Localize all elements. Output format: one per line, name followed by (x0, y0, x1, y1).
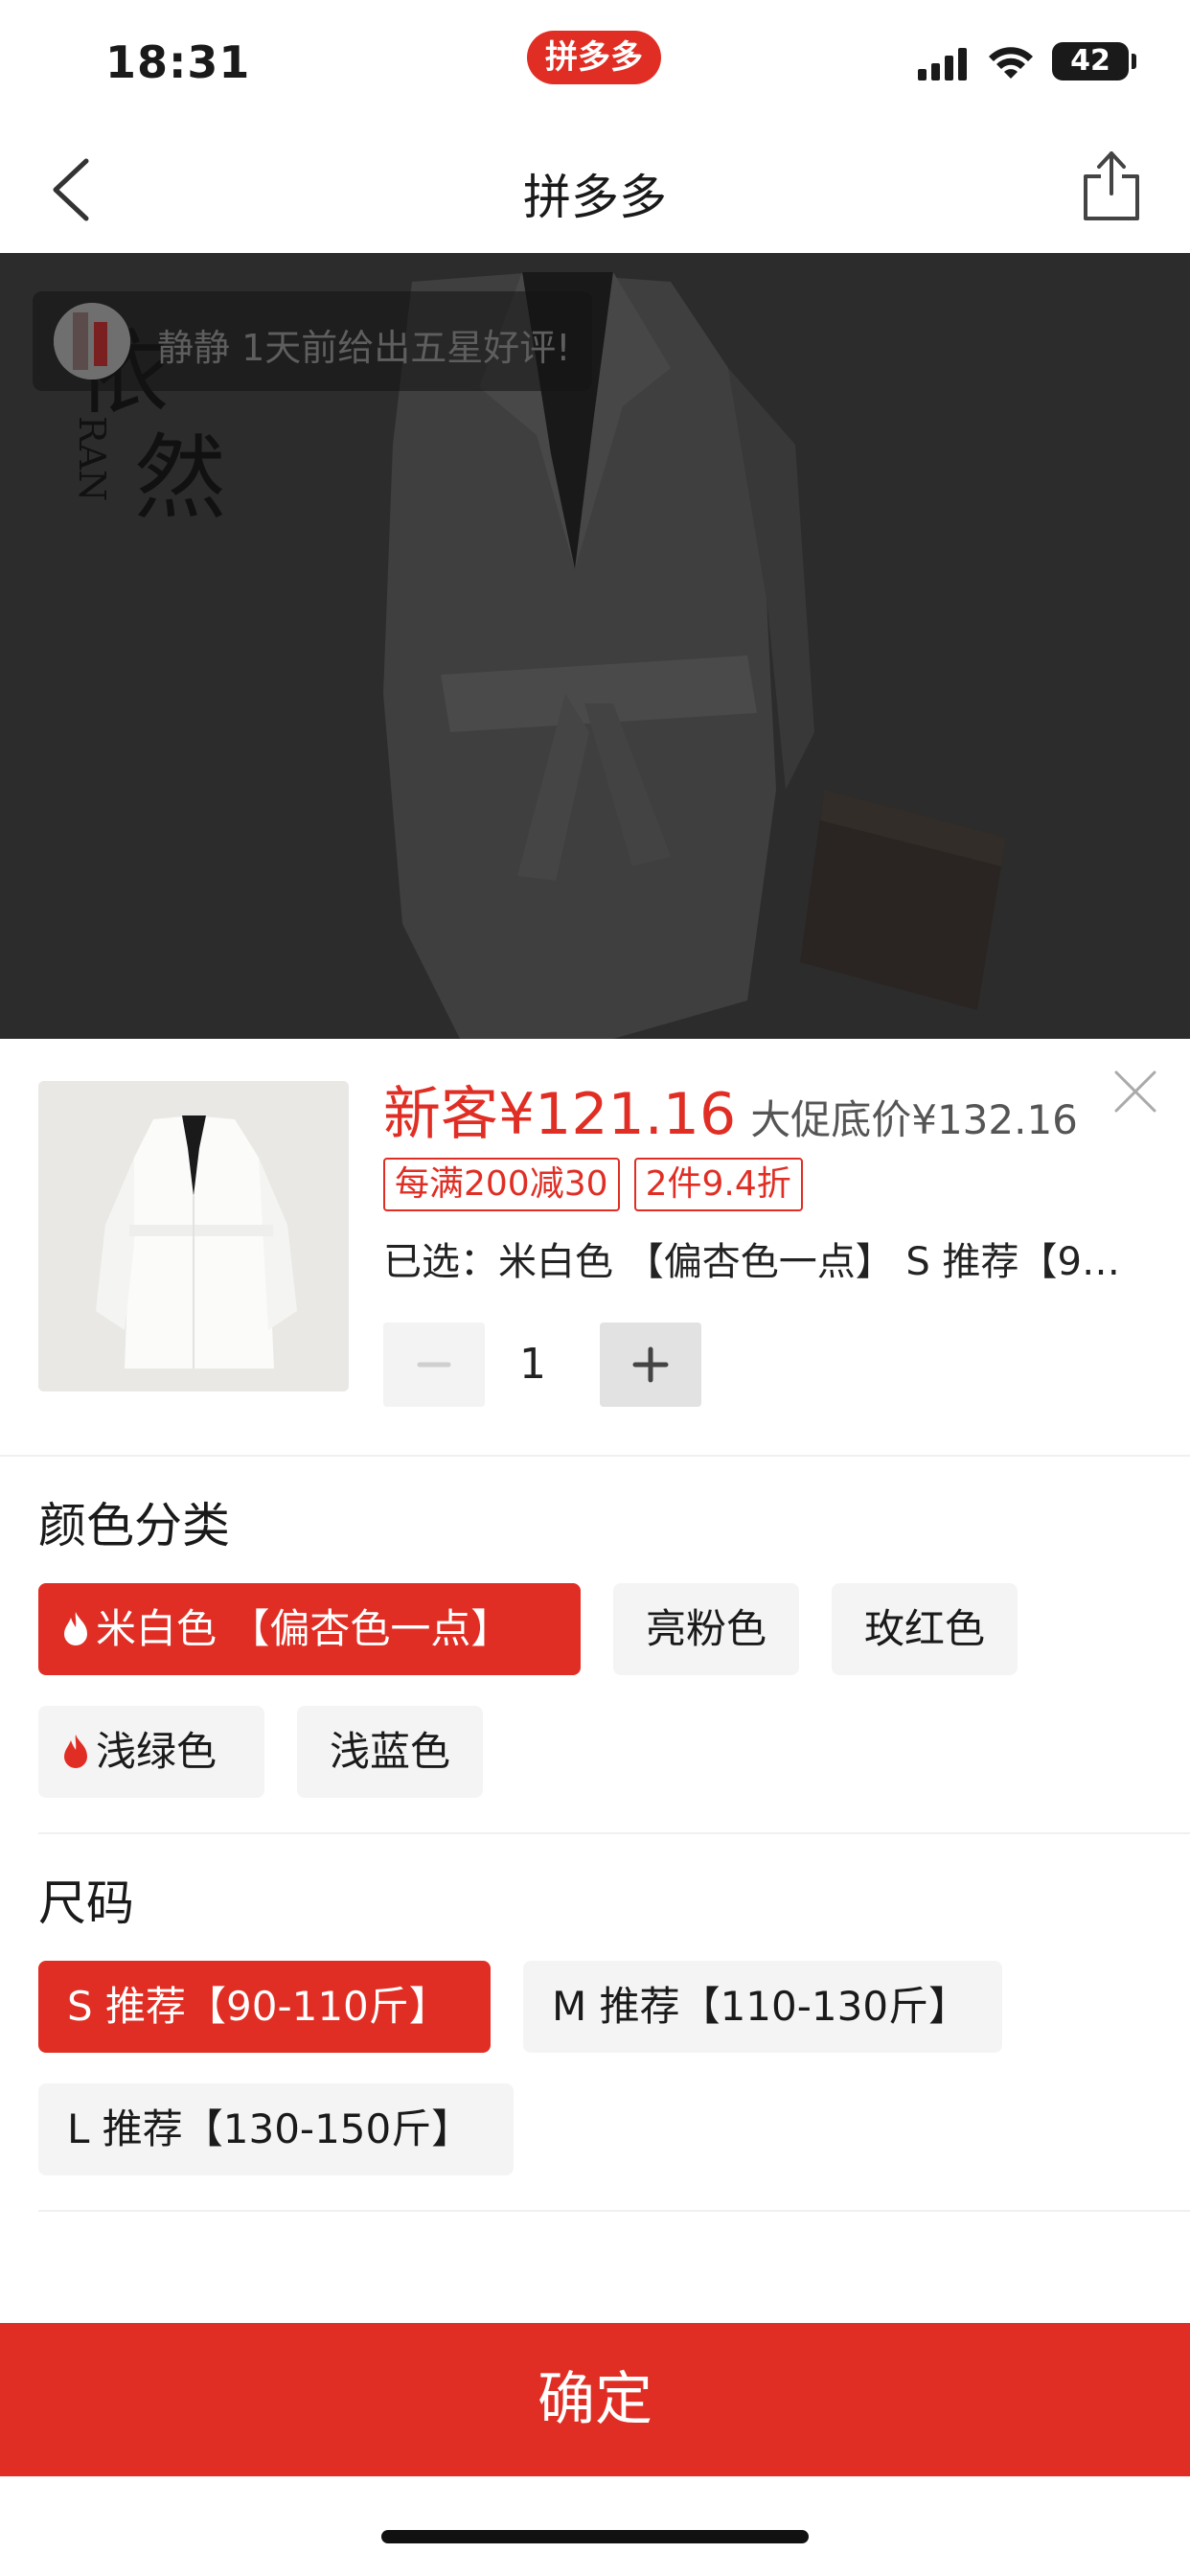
battery-tip (1132, 54, 1136, 69)
status-time: 18:31 (105, 36, 251, 88)
toast-text: 静静 1天前给出五星好评! (157, 327, 571, 369)
size-option-m[interactable]: M 推荐【110-130斤】 (523, 1961, 1002, 2053)
status-bar: 18:31 拼多多 42 (0, 0, 1190, 125)
chip-label: 米白色 【偏杏色一点】 (96, 1605, 512, 1652)
avatar (54, 303, 130, 380)
close-icon[interactable] (1111, 1068, 1159, 1116)
flame-icon (64, 1611, 87, 1645)
wifi-icon (989, 47, 1033, 79)
app-pill: 拼多多 (527, 31, 661, 84)
chip-label: L 推荐【130-150斤】 (67, 2105, 472, 2152)
decrement-button[interactable] (383, 1322, 485, 1407)
increment-button[interactable] (600, 1322, 701, 1407)
new-customer-price: 新客¥121.16 (383, 1081, 737, 1148)
nav-bar: 拼多多 (0, 125, 1190, 253)
color-option-rose[interactable]: 玫红色 (832, 1583, 1018, 1675)
divider (38, 1832, 1190, 1834)
color-option-ivory[interactable]: 米白色 【偏杏色一点】 (38, 1583, 581, 1675)
color-option-light-blue[interactable]: 浅蓝色 (297, 1706, 483, 1798)
chip-label: 玫红色 (863, 1605, 985, 1652)
battery-icon: 42 (1052, 42, 1129, 80)
coupon-tag: 2件9.4折 (633, 1158, 803, 1211)
quantity-value[interactable]: 1 (485, 1322, 581, 1407)
divider (38, 2210, 1190, 2212)
chip-label: 浅绿色 (96, 1728, 217, 1775)
chip-label: M 推荐【110-130斤】 (552, 1983, 970, 2030)
size-section-title: 尺码 (38, 1875, 134, 1931)
promo-floor-price: 大促底价¥132.16 (750, 1096, 1078, 1143)
chip-label: S 推荐【90-110斤】 (67, 1983, 449, 2030)
brand-char-bottom: 然 (134, 425, 226, 532)
chip-label: 浅蓝色 (329, 1728, 450, 1775)
confirm-button[interactable]: 确定 (0, 2323, 1190, 2476)
selected-summary: 已选：米白色 【偏杏色一点】 S 推荐【90-110斤】 (383, 1240, 1140, 1284)
divider (0, 1455, 1190, 1457)
page-title: 拼多多 (523, 170, 667, 225)
size-option-l[interactable]: L 推荐【130-150斤】 (38, 2083, 514, 2175)
flame-icon (64, 1734, 87, 1768)
share-icon[interactable] (1078, 148, 1145, 224)
review-toast: 静静 1天前给出五星好评! (33, 291, 592, 391)
home-indicator[interactable] (381, 2530, 809, 2543)
product-hero-image[interactable]: 依 然 RAN 静静 1天前给出五星好评! (0, 253, 1190, 1039)
coupon-tag: 每满200减30 (383, 1158, 620, 1211)
chip-label: 亮粉色 (645, 1605, 767, 1652)
coupon-tags: 每满200减30 2件9.4折 (383, 1158, 812, 1211)
price-row: 新客¥121.16 大促底价¥132.16 (383, 1068, 1078, 1151)
color-option-light-green[interactable]: 浅绿色 (38, 1706, 264, 1798)
product-thumbnail[interactable] (38, 1081, 349, 1392)
chevron-left-icon[interactable] (38, 151, 115, 228)
color-section-title: 颜色分类 (38, 1498, 230, 1553)
size-option-s[interactable]: S 推荐【90-110斤】 (38, 1961, 491, 2053)
cellular-signal-icon (918, 48, 968, 80)
color-option-pink[interactable]: 亮粉色 (613, 1583, 799, 1675)
brand-latin: RAN (71, 416, 113, 502)
